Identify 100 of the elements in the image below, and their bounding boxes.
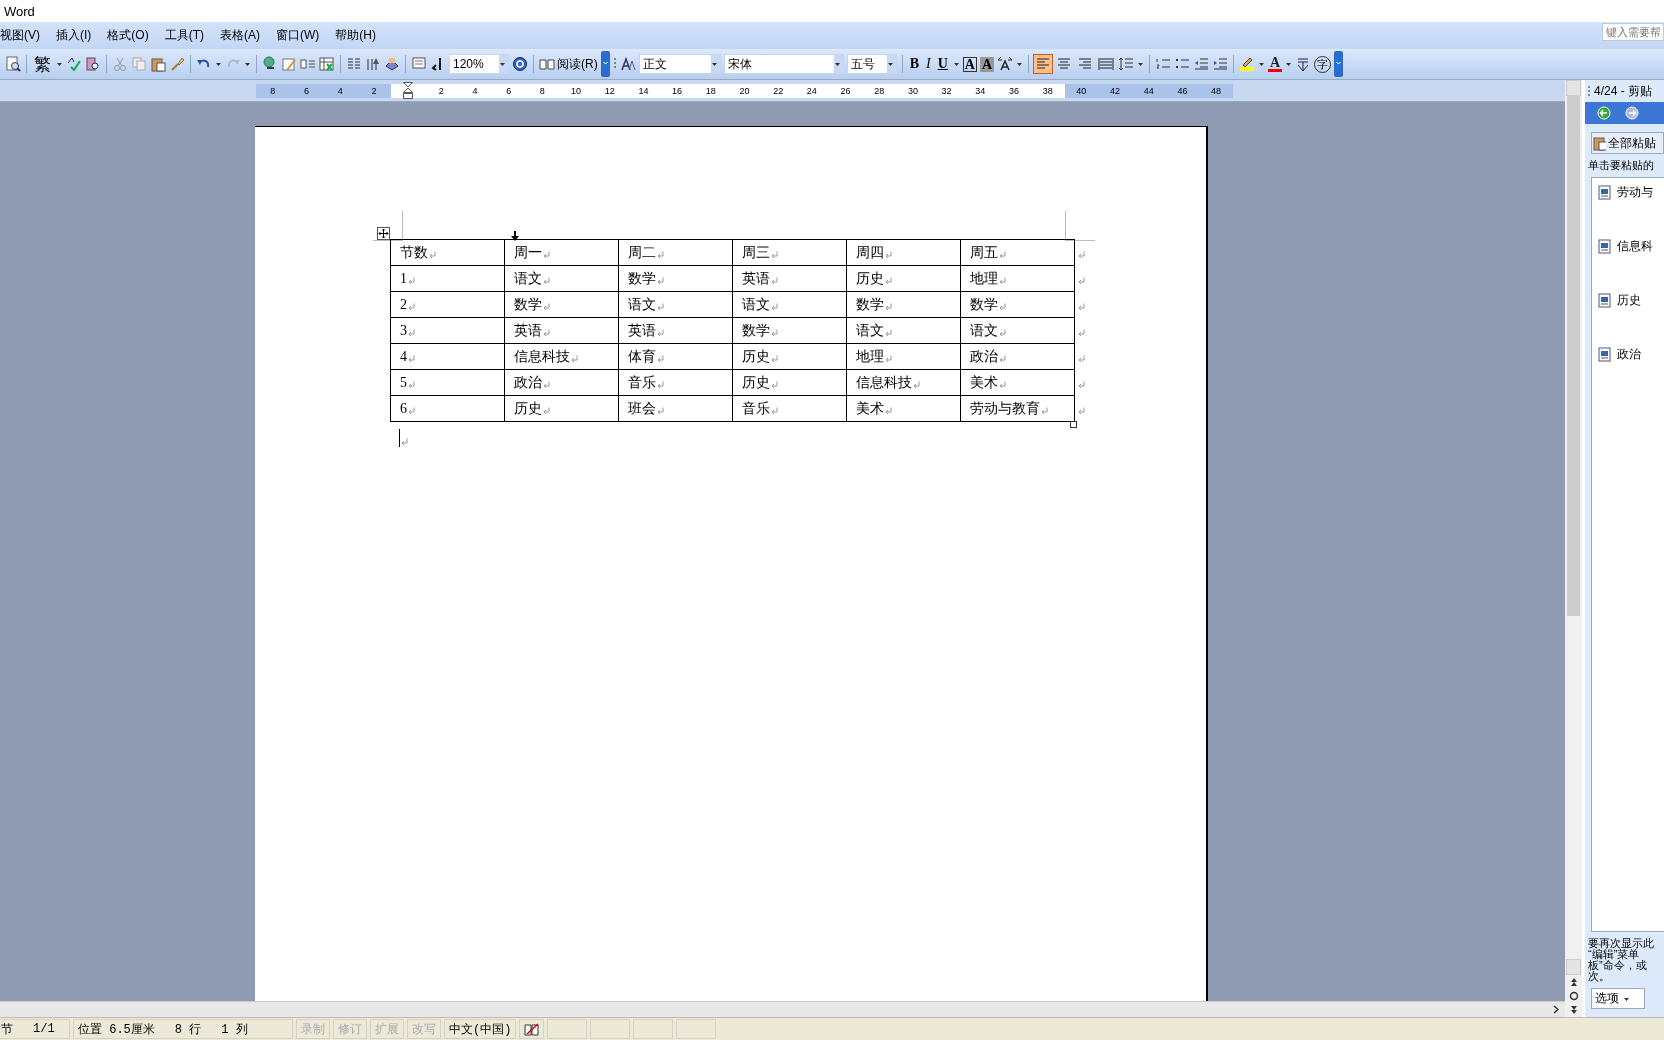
paragraph-mark-icon bbox=[1078, 328, 1085, 337]
table-resize-handle[interactable] bbox=[1070, 421, 1077, 428]
ruler-number: 30 bbox=[906, 84, 919, 98]
read-mode-button[interactable]: 阅读(R) bbox=[539, 55, 598, 73]
scroll-right-icon[interactable] bbox=[1553, 1005, 1559, 1014]
horizontal-scrollbar[interactable] bbox=[0, 1001, 1565, 1017]
pane-footer-text: 次。 bbox=[1588, 971, 1611, 982]
zoom-dropdown[interactable]: 120% bbox=[449, 54, 509, 74]
document-icon[interactable] bbox=[1598, 184, 1611, 200]
help-icon[interactable] bbox=[512, 56, 528, 72]
help-search-field[interactable]: 键入需要帮 bbox=[1602, 22, 1664, 41]
document-icon[interactable] bbox=[1598, 238, 1611, 254]
spelling-check-icon[interactable] bbox=[66, 56, 82, 72]
menu-item[interactable]: 帮助(H) bbox=[335, 25, 376, 46]
table-move-handle-icon[interactable] bbox=[377, 227, 390, 240]
spelling-status-icon[interactable] bbox=[524, 1021, 540, 1037]
character-shading-button[interactable]: A bbox=[979, 56, 995, 72]
vertical-scrollbar[interactable] bbox=[1565, 80, 1582, 1017]
clipboard-item[interactable]: 劳动与 bbox=[1592, 182, 1664, 202]
options-button[interactable]: 选项 bbox=[1591, 988, 1645, 1009]
paragraph-mark-icon bbox=[408, 276, 415, 285]
clipboard-item[interactable]: 历史 bbox=[1592, 290, 1664, 310]
paragraph-mark-icon bbox=[885, 302, 892, 311]
font-color-button[interactable]: A bbox=[1268, 56, 1283, 72]
research-icon[interactable] bbox=[85, 56, 101, 72]
status-panel bbox=[590, 1019, 631, 1039]
spreadsheet-icon[interactable] bbox=[319, 56, 335, 72]
toolbar-options-icon[interactable] bbox=[1334, 51, 1344, 77]
clipboard-item[interactable]: 信息科 bbox=[1592, 236, 1664, 256]
align-left-icon[interactable] bbox=[1034, 55, 1053, 73]
clipboard-item[interactable]: 政治 bbox=[1592, 344, 1664, 364]
paragraph-mark-icon bbox=[543, 406, 550, 415]
paragraph-mark-icon bbox=[771, 276, 778, 285]
italic-button[interactable]: I bbox=[924, 56, 933, 72]
paste-icon[interactable] bbox=[150, 56, 166, 72]
table-cell: 班会 bbox=[618, 395, 733, 422]
document-icon[interactable] bbox=[1598, 292, 1611, 308]
back-icon[interactable] bbox=[1597, 106, 1611, 120]
ruler-number: 14 bbox=[637, 84, 650, 98]
bold-button[interactable]: B bbox=[907, 56, 921, 72]
indent-marker-icon[interactable] bbox=[402, 82, 413, 99]
status-text: 中文(中国) bbox=[449, 1021, 512, 1038]
font-dropdown[interactable]: 宋体 bbox=[723, 54, 844, 74]
paste-icon[interactable] bbox=[1592, 135, 1606, 151]
table-cell: 1 bbox=[390, 265, 505, 292]
character-scaling-icon[interactable] bbox=[997, 56, 1014, 72]
ruler-number: 32 bbox=[940, 84, 953, 98]
underline-button[interactable]: U bbox=[935, 56, 950, 72]
increase-indent-icon[interactable] bbox=[1212, 56, 1229, 72]
menu-item[interactable]: 工具(T) bbox=[164, 25, 204, 46]
book-icon[interactable] bbox=[539, 56, 555, 72]
menu-item[interactable]: 插入(I) bbox=[56, 25, 92, 46]
format-painter-icon[interactable] bbox=[169, 56, 185, 72]
menu-item[interactable]: 窗口(W) bbox=[276, 25, 320, 46]
ruler-number: 40 bbox=[1075, 84, 1088, 98]
document-map-icon[interactable] bbox=[384, 56, 400, 72]
paste-all-button[interactable]: 全部粘贴 bbox=[1591, 132, 1664, 154]
browse-object-icon[interactable] bbox=[1568, 991, 1579, 1001]
status-text: 改写 bbox=[412, 1021, 436, 1038]
status-text: 1/1 bbox=[33, 1022, 55, 1036]
font-size-dropdown[interactable]: 五号 bbox=[846, 54, 897, 74]
toolbar-options-icon[interactable] bbox=[600, 51, 610, 77]
style-dropdown[interactable]: 正文 bbox=[638, 54, 721, 74]
window-title: Word bbox=[4, 3, 35, 19]
menu-item[interactable]: 格式(O) bbox=[107, 25, 149, 46]
ruler-number: 26 bbox=[839, 84, 852, 98]
next-page-icon[interactable] bbox=[1568, 1005, 1579, 1015]
ruler-number: 2 bbox=[370, 84, 378, 98]
paragraph-mark-icon bbox=[771, 302, 778, 311]
previous-page-icon[interactable] bbox=[1568, 977, 1579, 987]
table-cell: 政治 bbox=[960, 343, 1075, 370]
ruler-number: 46 bbox=[1176, 84, 1189, 98]
columns-icon[interactable] bbox=[346, 56, 362, 72]
forward-icon[interactable] bbox=[1625, 106, 1639, 120]
menu-item[interactable]: 视图(V) bbox=[0, 25, 40, 46]
line-spacing-icon[interactable] bbox=[1118, 56, 1135, 72]
paragraph-mark-icon bbox=[543, 328, 550, 337]
hyperlink-icon[interactable] bbox=[262, 56, 278, 72]
paragraph-mark-icon bbox=[771, 354, 778, 363]
pane-footer-text: 板”命令，或 bbox=[1588, 960, 1648, 971]
insert-table-icon[interactable] bbox=[300, 56, 316, 72]
pane-grip-icon[interactable] bbox=[1587, 84, 1591, 98]
drawing-icon[interactable] bbox=[365, 56, 381, 72]
print-preview-icon[interactable] bbox=[5, 56, 21, 72]
thumbnails-icon[interactable] bbox=[411, 56, 427, 72]
highlight-icon[interactable] bbox=[1239, 56, 1256, 72]
table-cell: 周三 bbox=[732, 239, 847, 266]
paragraph-mark-icon bbox=[771, 328, 778, 337]
styles-icon[interactable] bbox=[619, 56, 636, 72]
traditional-chinese-button[interactable]: 繁 bbox=[32, 52, 53, 76]
scrollbar-thumb[interactable] bbox=[1567, 96, 1580, 616]
status-panel bbox=[547, 1019, 588, 1039]
status-text: 录制 bbox=[301, 1021, 325, 1038]
table-cell: 历史 bbox=[846, 265, 961, 292]
character-border-button[interactable]: A bbox=[962, 56, 977, 72]
status-text: 节 bbox=[1, 1021, 13, 1038]
document-icon[interactable] bbox=[1598, 346, 1611, 362]
menu-item[interactable]: 表格(A) bbox=[220, 25, 260, 46]
table-cell: 历史 bbox=[732, 343, 847, 370]
paragraph-mark-icon bbox=[401, 438, 408, 446]
